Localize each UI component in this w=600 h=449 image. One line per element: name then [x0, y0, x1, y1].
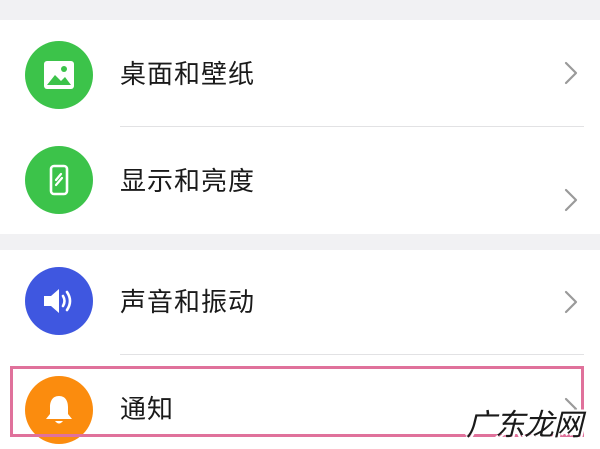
chevron-right-icon: [564, 188, 578, 212]
chevron-right-icon: [564, 290, 578, 314]
settings-item-label: 声音和振动: [120, 288, 256, 318]
speaker-icon: [25, 267, 93, 335]
settings-item-label: 桌面和壁纸: [120, 60, 256, 90]
settings-item-display-brightness[interactable]: 显示和亮度: [0, 127, 600, 234]
settings-item-label: 显示和亮度: [120, 167, 256, 197]
settings-page: 桌面和壁纸 显示和亮度 声音和振动 通知 广东龙网: [0, 0, 600, 449]
settings-item-sound-vibration[interactable]: 声音和振动: [0, 250, 600, 357]
settings-item-label: 通知: [120, 395, 175, 425]
watermark: 广东龙网: [466, 408, 583, 443]
settings-item-home-wallpaper[interactable]: 桌面和壁纸: [0, 20, 600, 127]
image-icon: [25, 41, 93, 109]
bell-icon: [25, 376, 93, 444]
chevron-right-icon: [564, 61, 578, 85]
phone-display-icon: [25, 146, 93, 214]
settings-group-display: 桌面和壁纸 显示和亮度: [0, 20, 600, 234]
